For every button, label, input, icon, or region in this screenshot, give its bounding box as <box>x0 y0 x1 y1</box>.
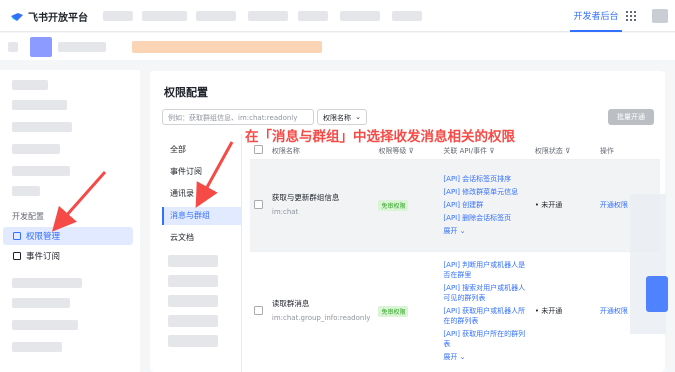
category-events[interactable]: 事件订阅 <box>162 163 242 181</box>
blurred-block <box>8 42 18 52</box>
category-docs[interactable]: 云文档 <box>162 229 242 247</box>
enable-permission-link[interactable]: 开通权限 <box>600 307 628 315</box>
sidebar-item-events[interactable]: 事件订阅 <box>3 247 133 265</box>
sidebar: 开发配置 权限管理 事件订阅 <box>0 70 140 372</box>
permission-code: im:chat <box>271 208 299 216</box>
blurred-block <box>168 275 218 287</box>
blurred-block <box>12 166 70 176</box>
table-header-row: 权限名称 权限等级 ⊽ 关联 API/事件 ⊽ 权限状态 ⊽ 操作 <box>250 143 660 159</box>
permission-icon <box>13 232 21 240</box>
annotation-text: 在「消息与群组」中选择收发消息相关的权限 <box>245 129 515 145</box>
row-checkbox[interactable] <box>254 305 263 315</box>
status-text: • 未开通 <box>534 201 563 209</box>
blurred-block <box>58 42 106 52</box>
blurred-block <box>12 80 48 90</box>
column-header-api: 关联 API/事件 ⊽ <box>439 143 531 159</box>
level-badge: 免审权限 <box>378 199 409 211</box>
logo[interactable]: 飞书开放平台 <box>10 9 88 24</box>
nav-item-blurred[interactable] <box>142 11 187 21</box>
category-list: 全部 事件订阅 通讯录 消息与群组 云文档 <box>162 141 242 347</box>
app-icon <box>30 37 52 57</box>
page-title: 权限配置 <box>164 86 208 99</box>
column-header-level: 权限等级 ⊽ <box>374 143 440 159</box>
status-text: • 未开通 <box>534 307 563 316</box>
sidebar-section-label: 开发配置 <box>12 212 44 221</box>
blurred-block <box>12 186 40 196</box>
api-link[interactable]: [API] 获取用户或机器人所在的群列表 <box>443 306 526 326</box>
top-navigation-bar: 飞书开放平台 开发者后台 <box>0 0 675 32</box>
level-badge: 免审权限 <box>378 305 409 317</box>
category-messages-groups[interactable]: 消息与群组 <box>162 207 242 225</box>
blurred-block <box>12 278 82 288</box>
chevron-down-icon: ⌄ <box>355 113 361 121</box>
nav-item-blurred[interactable] <box>196 11 236 21</box>
floating-help-button[interactable] <box>646 276 668 312</box>
table-row[interactable]: 获取与更新群组信息 im:chat 免审权限 [API] 会话标签页排序 [AP… <box>250 158 660 251</box>
blurred-block <box>168 255 218 267</box>
permission-code: im:chat.group_info:readonly <box>271 314 371 323</box>
filter-icon[interactable]: ⊽ <box>409 147 414 155</box>
nav-item-blurred[interactable] <box>248 11 288 21</box>
column-header-status: 权限状态 ⊽ <box>530 143 596 159</box>
permission-config-panel: 权限配置 例如：获取群组信息、im:chat:readonly 权限名称 ⌄ 批… <box>150 71 665 372</box>
expand-link[interactable]: 展开 ⌄ <box>443 226 526 236</box>
blurred-block <box>132 41 322 53</box>
developer-console-tab[interactable]: 开发者后台 <box>570 0 622 32</box>
api-link[interactable]: [API] 判断用户或机器人是否在群里 <box>443 260 526 280</box>
blurred-block <box>12 122 72 132</box>
nav-item-blurred[interactable] <box>340 11 380 21</box>
blurred-block <box>168 295 218 307</box>
batch-enable-button[interactable]: 批量开通 <box>608 109 654 125</box>
logo-text: 飞书开放平台 <box>28 13 88 24</box>
chevron-down-icon: ⌄ <box>459 227 466 235</box>
divider <box>241 134 242 372</box>
search-field-select[interactable]: 权限名称 ⌄ <box>317 109 367 125</box>
search-input[interactable]: 例如：获取群组信息、im:chat:readonly <box>162 109 314 125</box>
user-avatar[interactable] <box>652 9 668 23</box>
expand-link[interactable]: 展开 ⌄ <box>443 352 526 362</box>
nav-item-blurred[interactable] <box>298 11 328 21</box>
blurred-block <box>168 315 218 327</box>
blurred-block <box>12 320 78 330</box>
column-header-action: 操作 <box>595 143 660 159</box>
app-grid-icon[interactable] <box>626 11 636 21</box>
blurred-block <box>168 335 218 347</box>
category-contacts[interactable]: 通讯录 <box>162 185 242 203</box>
table-row[interactable]: 读取群消息 im:chat.group_info:readonly 免审权限 [… <box>250 250 660 371</box>
blurred-block <box>12 298 70 308</box>
permission-name: 读取群消息 <box>271 299 310 309</box>
sidebar-item-label: 权限管理 <box>26 232 61 242</box>
enable-permission-link[interactable]: 开通权限 <box>600 201 628 209</box>
permission-name: 获取与更新群组信息 <box>271 193 340 202</box>
nav-item-blurred[interactable] <box>103 11 133 21</box>
feishu-logo-icon <box>11 12 23 21</box>
blurred-block <box>630 194 666 334</box>
blurred-block <box>12 100 67 110</box>
select-all-checkbox[interactable] <box>254 145 263 155</box>
column-header-name: 权限名称 <box>267 143 375 159</box>
event-icon <box>13 252 21 260</box>
sidebar-item-label: 事件订阅 <box>26 252 61 262</box>
category-all[interactable]: 全部 <box>162 141 242 159</box>
api-link[interactable]: [API] 会话标签页排序 <box>443 174 526 184</box>
api-link[interactable]: [API] 获取用户所在的群列表 <box>443 329 526 349</box>
api-link[interactable]: [API] 修改群菜单元信息 <box>443 187 526 197</box>
nav-item-blurred[interactable] <box>392 11 422 21</box>
api-link[interactable]: [API] 搜索对用户或机器人可见的群列表 <box>443 283 526 303</box>
api-link[interactable]: [API] 创建群 <box>443 200 526 210</box>
blurred-block <box>12 144 60 154</box>
filter-icon[interactable]: ⊽ <box>489 147 494 155</box>
filter-icon[interactable]: ⊽ <box>565 147 570 155</box>
blurred-block <box>12 342 62 352</box>
app-info-bar <box>0 33 675 60</box>
row-checkbox[interactable] <box>254 199 263 209</box>
sidebar-item-permissions[interactable]: 权限管理 <box>3 227 133 245</box>
api-link[interactable]: [API] 删除会话标签页 <box>443 213 526 223</box>
select-value: 权限名称 <box>323 114 351 122</box>
chevron-down-icon: ⌄ <box>459 353 466 362</box>
permission-table: 权限名称 权限等级 ⊽ 关联 API/事件 ⊽ 权限状态 ⊽ 操作 获取与更新群… <box>250 143 660 371</box>
